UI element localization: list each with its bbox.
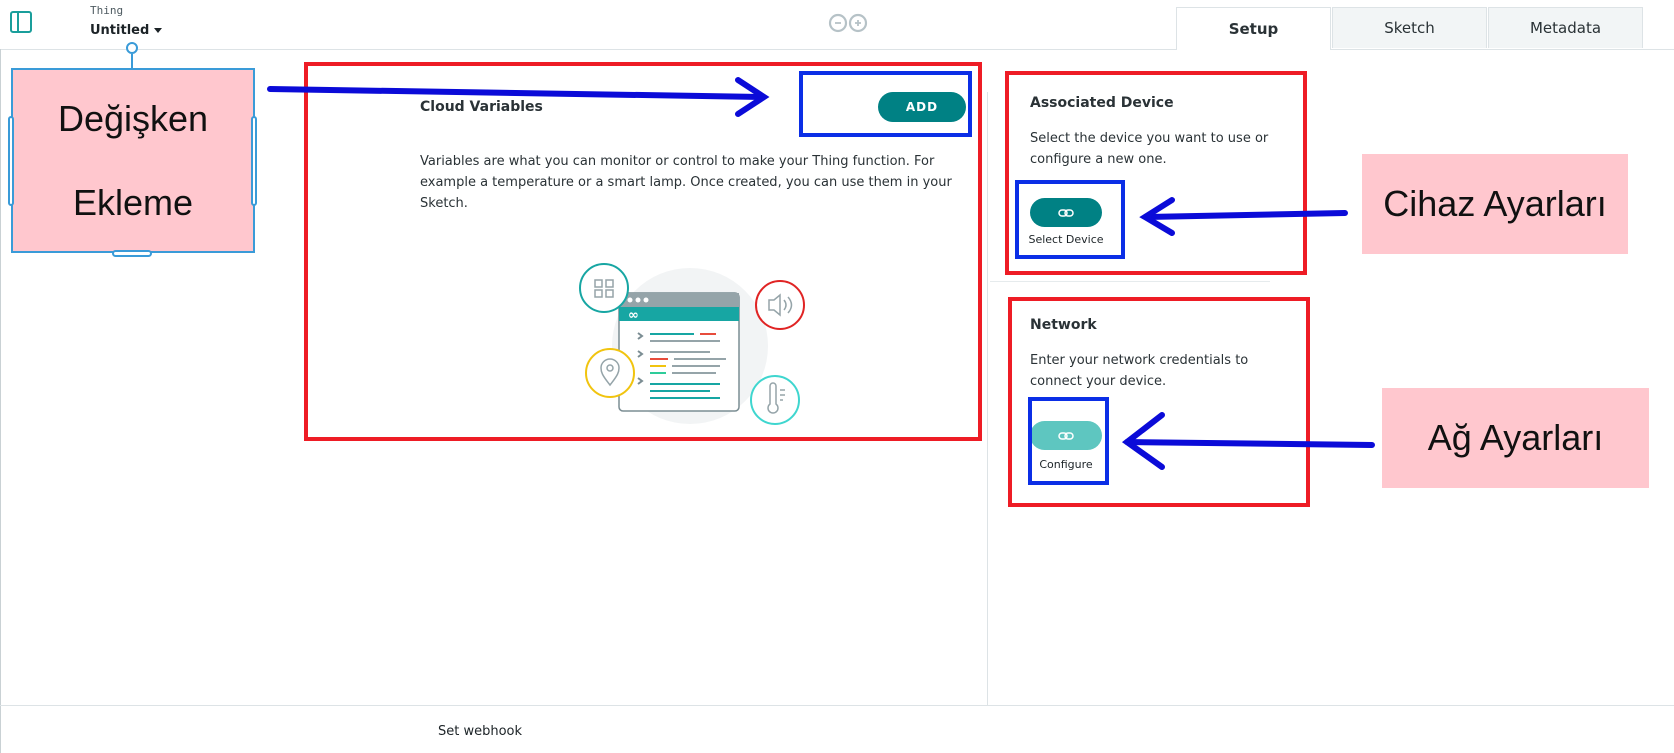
resize-handle-bottom [112, 250, 152, 257]
thing-name-dropdown[interactable]: Untitled [90, 23, 163, 38]
resize-handle-left [8, 116, 14, 206]
device-settings-note: Cihaz Ayarları [1362, 154, 1628, 254]
set-webhook-link[interactable]: Set webhook [438, 724, 522, 739]
tab-sketch[interactable]: Sketch [1332, 7, 1487, 48]
left-border [0, 49, 1, 753]
add-note-line2: Ekleme [72, 181, 194, 223]
arduino-logo-icon [828, 13, 868, 33]
thing-label: Thing [90, 4, 124, 17]
resize-handle-right [251, 116, 257, 206]
panel-divider [990, 281, 1270, 282]
add-variable-note: Değişken Ekleme [11, 68, 255, 253]
rotate-handle-icon [126, 42, 138, 54]
add-button-highlight [799, 71, 972, 137]
select-device-highlight [1015, 180, 1125, 259]
configure-highlight [1028, 397, 1109, 485]
sidebar-toggle-icon[interactable] [10, 11, 32, 33]
tab-setup[interactable]: Setup [1176, 7, 1331, 50]
footer-divider [0, 705, 1674, 706]
tab-metadata[interactable]: Metadata [1488, 7, 1643, 48]
add-note-line1: Değişken [57, 97, 209, 139]
column-divider [987, 92, 988, 705]
caret-down-icon [154, 28, 163, 33]
rotate-stem [131, 54, 133, 68]
thing-name: Untitled [90, 23, 150, 38]
network-settings-note: Ağ Ayarları [1382, 388, 1649, 488]
